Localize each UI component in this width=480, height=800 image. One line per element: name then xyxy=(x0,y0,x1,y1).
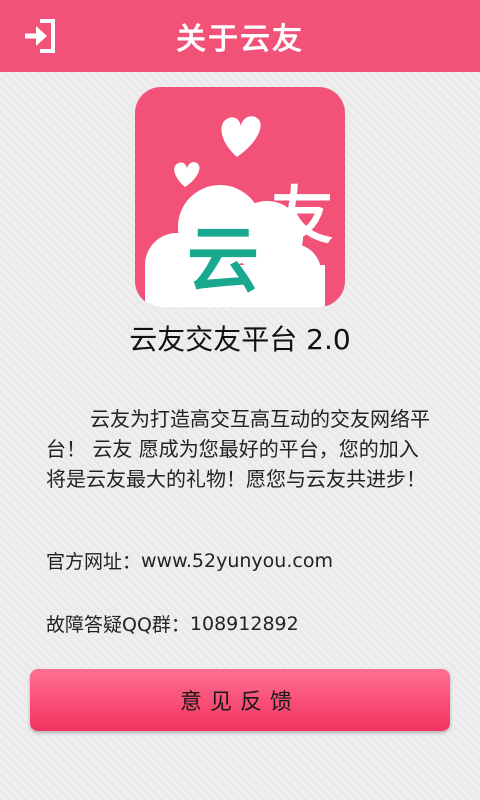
header-bar: 关于云友 xyxy=(0,0,480,72)
feedback-button[interactable]: 意见反馈 xyxy=(30,669,450,731)
website-row: 官方网址： www.52yunyou.com xyxy=(46,547,333,574)
logo-secondary-char: 友 xyxy=(271,179,333,252)
website-label: 官方网址： xyxy=(46,551,142,573)
app-logo: 云 友 xyxy=(135,87,345,307)
small-heart-icon xyxy=(174,162,200,187)
app-description: 云友为打造高交互高互动的交友网络平台！ 云友 愿成为您最好的平台，您的加入将是云… xyxy=(46,407,430,491)
qq-label: 故障答疑QQ群： xyxy=(46,614,190,636)
website-link[interactable]: www.52yunyou.com xyxy=(141,550,333,572)
app-name: 云友交友平台 2.0 xyxy=(129,323,351,356)
large-heart-icon xyxy=(221,116,261,157)
logo-main-char: 云 xyxy=(187,218,259,302)
back-button[interactable] xyxy=(20,16,60,56)
qq-number: 108912892 xyxy=(189,612,299,635)
qq-group-row: 故障答疑QQ群： 108912892 xyxy=(46,610,299,637)
page-title: 关于云友 xyxy=(176,22,304,57)
exit-icon xyxy=(25,19,55,53)
